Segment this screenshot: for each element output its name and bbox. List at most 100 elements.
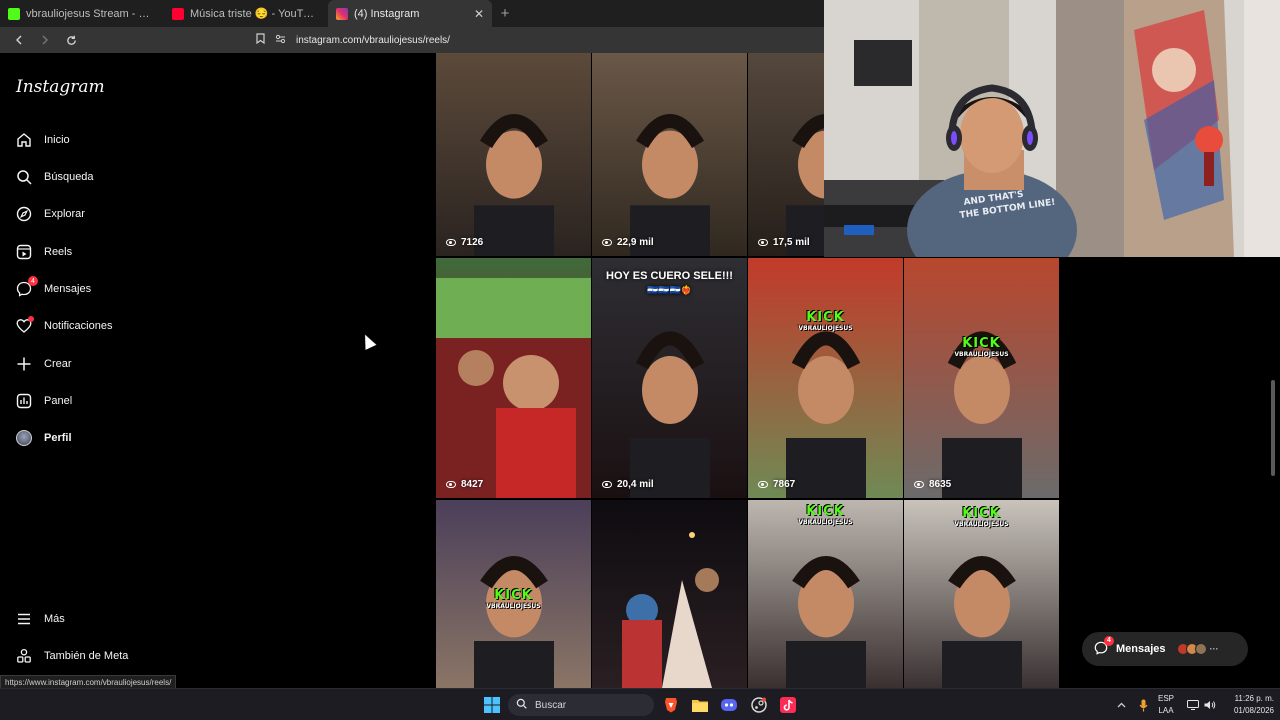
taskbar-clock[interactable]: 11:26 p. m. 01/08/2026 [1222,693,1274,717]
nav-mensajes[interactable]: 4 Mensajes [16,276,91,301]
keyboard-layout: LAA [1158,706,1174,715]
heart-icon [16,316,34,334]
floating-messages-button[interactable]: 4 Mensajes ··· [1082,632,1248,666]
network-icon[interactable] [1186,695,1200,715]
start-button[interactable] [482,695,502,715]
site-settings-icon[interactable] [275,34,286,47]
search-label: Buscar [535,699,567,711]
nav-mas[interactable]: Más [16,607,65,631]
view-count-text: 20,4 mil [617,479,654,490]
kick-logo-text: KICK [806,310,845,325]
reel-caption: HOY ES CUERO SELE!!! [606,270,733,282]
tab-kick[interactable]: vbrauliojesus Stream - Watch Live on [0,0,164,27]
reel-thumbnail[interactable]: 7126 [436,53,591,256]
reel-thumbnail[interactable]: 22,9 mil [592,53,747,256]
reel-preview-figure [904,500,1059,688]
mouse-cursor [359,332,377,350]
clock-time: 11:26 p. m. [1234,694,1274,703]
close-tab-icon[interactable]: ✕ [474,7,484,21]
kick-watermark: KICK VBRAULIOJESUS [748,310,903,332]
search-icon [516,698,527,712]
reel-preview-figure [592,53,747,256]
avatar [16,430,32,446]
reel-thumbnail[interactable]: KICK VBRAULIOJESUS 8635 [904,258,1059,498]
volume-icon[interactable] [1203,695,1217,715]
reload-button[interactable] [60,29,82,51]
new-tab-button[interactable]: + [492,0,518,27]
reel-preview-figure [436,258,591,498]
compass-icon [16,206,32,222]
reel-view-count: 20,4 mil [602,479,654,490]
nav-label: Perfil [44,432,72,444]
discord-icon[interactable] [720,695,738,715]
reel-thumbnail[interactable]: KICK VBRAULIOJESUS [904,500,1059,688]
view-count-text: 7867 [773,479,796,490]
reel-view-count: 8427 [446,479,483,490]
page-scrollbar[interactable] [1271,380,1275,476]
file-explorer-icon[interactable] [691,695,709,715]
tiktok-icon[interactable] [779,695,797,715]
bookmark-icon[interactable] [256,33,265,47]
steam-icon[interactable] [750,695,768,715]
nav-explorar[interactable]: Explorar [16,202,85,226]
nav-perfil[interactable]: Perfil [16,426,72,450]
reel-thumbnail[interactable]: HOY ES CUERO SELE!!! 🇸🇻🇸🇻🇸🇻❤️‍🔥 20,4 mil [592,258,747,498]
view-count-text: 8427 [461,479,484,490]
reel-thumbnail[interactable]: KICK VBRAULIOJESUS [748,500,903,688]
nav-label: Inicio [44,134,70,146]
nav-tambien-de-meta[interactable]: También de Meta [16,644,128,668]
view-count-text: 22,9 mil [617,237,654,248]
nav-panel[interactable]: Panel [16,389,72,413]
input-language[interactable]: ESP LAA [1158,693,1174,717]
youtube-favicon-icon [172,7,184,20]
omnibox[interactable]: instagram.com/vbrauliojesus/reels/ [256,29,824,51]
language-code: ESP [1158,694,1175,703]
kick-watermark: KICK VBRAULIOJESUS [904,336,1059,358]
kick-favicon-icon [8,7,20,20]
nav-busqueda[interactable]: Búsqueda [16,165,94,189]
tab-title: (4) Instagram [354,7,420,20]
view-count-text: 17,5 mil [773,237,810,248]
kick-logo-text: KICK [962,336,1001,351]
kick-channel-name: VBRAULIOJESUS [798,519,853,526]
nav-crear[interactable]: Crear [16,352,72,376]
taskbar-search[interactable]: Buscar [508,694,654,716]
reel-thumbnail[interactable] [592,500,747,688]
tab-title: vbrauliojesus Stream - Watch Live on [26,7,156,20]
nav-reels[interactable]: Reels [16,240,72,264]
eye-icon [758,239,768,246]
kick-logo-text: KICK [494,588,533,603]
nav-notificaciones[interactable]: Notificaciones [16,314,112,338]
reel-thumbnail[interactable]: KICK VBRAULIOJESUS 7867 [748,258,903,498]
eye-icon [602,481,612,488]
tab-youtube[interactable]: Música triste 😔 - YouTube [164,0,328,27]
back-button[interactable] [8,29,30,51]
meta-apps-icon [16,648,32,664]
tab-title: Música triste 😔 - YouTube [190,8,320,20]
reel-preview-figure [748,500,903,688]
forward-button[interactable] [34,29,56,51]
reel-preview-figure [592,500,747,688]
messages-icon: 4 [16,276,38,297]
nav-label: Panel [44,395,73,407]
reel-thumbnail[interactable]: 8427 [436,258,591,498]
instagram-sidebar: Instagram Inicio Búsqueda Explorar Reels [0,53,240,688]
instagram-logo[interactable]: Instagram [16,77,105,97]
nav-label: Búsqueda [44,171,94,183]
view-count-text: 7126 [461,237,484,248]
kick-channel-name: VBRAULIOJESUS [486,603,541,610]
status-bar-link: https://www.instagram.com/vbrauliojesus/… [0,675,177,689]
reel-thumbnail[interactable]: KICK VBRAULIOJESUS [436,500,591,688]
brave-browser-icon[interactable] [662,695,680,715]
messages-label: Mensajes [1116,643,1166,655]
clock-date: 01/08/2026 [1233,706,1274,715]
microphone-icon[interactable] [1136,695,1150,715]
reel-preview-figure [904,258,1059,498]
eye-icon [446,239,456,246]
menu-icon [16,611,32,627]
system-tray-chevron-icon[interactable] [1114,695,1128,715]
nav-inicio[interactable]: Inicio [16,128,70,152]
messages-badge: 4 [28,276,38,286]
tab-instagram[interactable]: (4) Instagram ✕ [328,0,492,27]
nav-label: Explorar [44,208,85,220]
